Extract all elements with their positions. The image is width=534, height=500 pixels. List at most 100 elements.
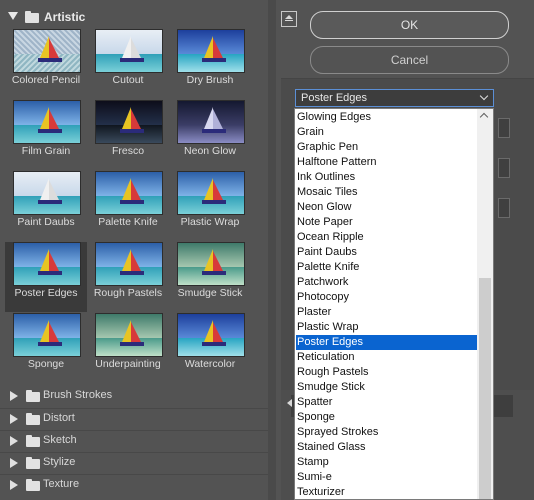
dropdown-option[interactable]: Plaster — [296, 305, 477, 320]
category-title: Artistic — [44, 10, 86, 24]
dropdown-option[interactable]: Smudge Stick — [296, 380, 477, 395]
dropdown-option[interactable]: Neon Glow — [296, 200, 477, 215]
dropdown-option[interactable]: Glowing Edges — [296, 110, 477, 125]
filter-thumbnail-label: Sponge — [27, 358, 65, 370]
setting-value-field[interactable] — [498, 118, 510, 138]
panel-divider[interactable] — [268, 0, 276, 500]
category-label: Brush Strokes — [43, 389, 113, 401]
folder-icon — [26, 390, 40, 402]
setting-value-field[interactable] — [498, 198, 510, 218]
filter-thumbnail-label: Neon Glow — [184, 145, 236, 157]
dropdown-option[interactable]: Poster Edges — [296, 335, 477, 350]
dropdown-option[interactable]: Ink Outlines — [296, 170, 477, 185]
category-label: Stylize — [43, 456, 76, 468]
filter-thumbnail-label: Smudge Stick — [177, 287, 243, 299]
filter-thumbnail[interactable]: Fresco — [87, 100, 169, 170]
filter-select[interactable]: Poster Edges — [295, 89, 494, 107]
filter-thumbnail[interactable]: Palette Knife — [87, 171, 169, 241]
collapse-arrow-icon[interactable] — [287, 399, 292, 407]
filter-thumbnail-label: Poster Edges — [14, 287, 78, 299]
dropdown-option[interactable]: Palette Knife — [296, 260, 477, 275]
dropdown-option[interactable]: Patchwork — [296, 275, 477, 290]
expand-arrow-icon[interactable] — [10, 458, 18, 468]
filter-thumbnail[interactable]: Sponge — [5, 313, 87, 383]
dropdown-option[interactable]: Ocean Ripple — [296, 230, 477, 245]
sailboat-thumbnail-image — [177, 29, 245, 73]
sailboat-thumbnail-image — [95, 313, 163, 357]
filter-thumbnail[interactable]: Poster Edges — [5, 242, 87, 312]
dropdown-option[interactable]: Reticulation — [296, 350, 477, 365]
filter-thumbnail[interactable]: Paint Daubs — [5, 171, 87, 241]
filter-thumbnail[interactable]: Film Grain — [5, 100, 87, 170]
sailboat-thumbnail-image — [177, 242, 245, 286]
dropdown-option[interactable]: Rough Pastels — [296, 365, 477, 380]
setting-value-field[interactable] — [498, 158, 510, 178]
dropdown-option[interactable]: Stamp — [296, 455, 477, 470]
dropdown-option[interactable]: Spatter — [296, 395, 477, 410]
category-row[interactable]: Stylize — [0, 452, 268, 473]
filter-thumbnail[interactable]: Neon Glow — [169, 100, 251, 170]
dropdown-option[interactable]: Stained Glass — [296, 440, 477, 455]
sailboat-thumbnail-image — [177, 313, 245, 357]
filter-thumbnail-label: Paint Daubs — [17, 216, 75, 228]
dropdown-option[interactable]: Halftone Pattern — [296, 155, 477, 170]
filter-thumbnail-label: Underpainting — [95, 358, 161, 370]
dropdown-option[interactable]: Mosaic Tiles — [296, 185, 477, 200]
filter-thumbnail-label: Plastic Wrap — [180, 216, 240, 228]
scrollbar-thumb[interactable] — [479, 278, 491, 499]
filter-select-value: Poster Edges — [301, 92, 368, 104]
ok-button[interactable]: OK — [310, 11, 509, 39]
dropdown-option[interactable]: Texturizer — [296, 485, 477, 499]
folder-icon — [26, 435, 40, 447]
dropdown-option[interactable]: Graphic Pen — [296, 140, 477, 155]
dropdown-option[interactable]: Sponge — [296, 410, 477, 425]
cancel-button[interactable]: Cancel — [310, 46, 509, 74]
category-row[interactable]: Distort — [0, 408, 268, 429]
chevron-down-icon — [479, 91, 489, 101]
expand-arrow-icon[interactable] — [10, 414, 18, 424]
filter-thumbnail[interactable]: Plastic Wrap — [169, 171, 251, 241]
filter-thumbnail[interactable]: Underpainting — [87, 313, 169, 383]
folder-icon — [25, 11, 39, 23]
collapse-gallery-icon[interactable] — [281, 11, 297, 27]
filter-thumbnail[interactable]: Colored Pencil — [5, 29, 87, 99]
category-artistic[interactable]: Artistic — [0, 8, 268, 28]
sailboat-thumbnail-image — [95, 100, 163, 144]
dropdown-option[interactable]: Photocopy — [296, 290, 477, 305]
expand-arrow-icon[interactable] — [10, 480, 18, 490]
filter-dropdown-list[interactable]: Glowing Edges Grain Graphic Pen Halftone Pa… — [294, 108, 494, 500]
filter-thumbnail-label: Palette Knife — [98, 216, 158, 228]
sailboat-thumbnail-image — [95, 171, 163, 215]
filter-thumbnail[interactable]: Watercolor — [169, 313, 251, 383]
category-label: Distort — [43, 412, 75, 424]
expand-arrow-icon[interactable] — [8, 12, 18, 20]
sailboat-thumbnail-image — [13, 171, 81, 215]
sailboat-thumbnail-image — [177, 100, 245, 144]
sailboat-thumbnail-image — [13, 100, 81, 144]
dropdown-option[interactable]: Note Paper — [296, 215, 477, 230]
category-label: Sketch — [43, 434, 77, 446]
expand-arrow-icon[interactable] — [10, 391, 18, 401]
filter-thumbnail[interactable]: Dry Brush — [169, 29, 251, 99]
filter-thumbnail-label: Film Grain — [21, 145, 71, 157]
filter-thumbnail[interactable]: Rough Pastels — [87, 242, 169, 312]
dropdown-option[interactable]: Paint Daubs — [296, 245, 477, 260]
category-row[interactable]: Brush Strokes — [0, 386, 268, 406]
filter-thumbnail[interactable]: Cutout — [87, 29, 169, 99]
dropdown-option[interactable]: Plastic Wrap — [296, 320, 477, 335]
sailboat-thumbnail-image — [13, 242, 81, 286]
folder-icon — [26, 413, 40, 425]
dropdown-option[interactable]: Grain — [296, 125, 477, 140]
filter-thumbnail-label: Dry Brush — [186, 74, 234, 86]
category-label: Texture — [43, 478, 80, 490]
category-row[interactable]: Texture — [0, 474, 268, 495]
dropdown-scrollbar[interactable] — [477, 109, 493, 499]
sailboat-thumbnail-image — [95, 242, 163, 286]
scroll-up-icon[interactable] — [479, 112, 489, 122]
filter-thumbnail[interactable]: Smudge Stick — [169, 242, 251, 312]
dropdown-option[interactable]: Sprayed Strokes — [296, 425, 477, 440]
category-row[interactable]: Sketch — [0, 430, 268, 451]
expand-arrow-icon[interactable] — [10, 436, 18, 446]
dropdown-option[interactable]: Sumi-e — [296, 470, 477, 485]
filter-thumbnail-label: Fresco — [111, 145, 145, 157]
